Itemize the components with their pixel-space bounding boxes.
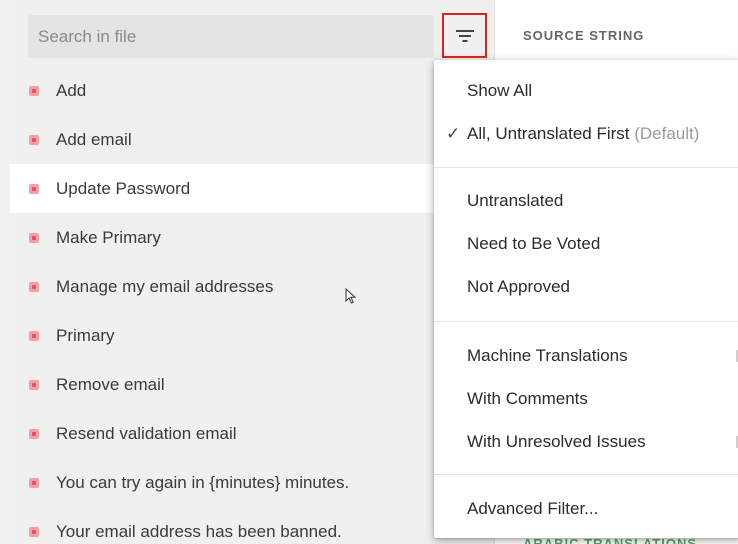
string-row[interactable]: Make Primary	[10, 213, 494, 262]
menu-item-label: Show All	[467, 81, 533, 100]
menu-item-all-untranslated-first[interactable]: ✓ All, Untranslated First (Default)	[434, 116, 738, 152]
menu-divider	[434, 474, 738, 475]
string-text: You can try again in {minutes} minutes.	[56, 472, 350, 492]
menu-item-need-to-be-voted[interactable]: Need to Be Voted	[434, 226, 738, 262]
filter-icon	[455, 29, 474, 42]
string-text: Resend validation email	[56, 423, 237, 443]
untranslated-status-icon	[29, 134, 39, 145]
string-text: Primary	[56, 325, 115, 345]
menu-item-label: With Comments	[467, 389, 588, 408]
menu-item-label: Need to Be Voted	[467, 234, 601, 253]
filter-button[interactable]	[442, 13, 487, 58]
untranslated-status-icon	[29, 183, 39, 194]
menu-item-label: Not Approved	[467, 277, 571, 296]
string-row[interactable]: You can try again in {minutes} minutes.	[10, 458, 494, 507]
strings-panel: Add Add email Update Password Make Prima…	[10, 0, 494, 544]
menu-item-advanced-filter[interactable]: Advanced Filter...	[434, 491, 738, 527]
string-text: Update Password	[56, 178, 191, 198]
string-row[interactable]: Resend validation email	[10, 409, 494, 458]
string-list: Add Add email Update Password Make Prima…	[10, 66, 494, 544]
string-text: Your email address has been banned.	[56, 521, 342, 541]
menu-item-label: Untranslated	[467, 191, 564, 210]
source-string-header: SOURCE STRING	[523, 28, 645, 43]
untranslated-status-icon	[29, 428, 39, 439]
string-text: Add email	[56, 129, 132, 149]
string-text: Make Primary	[56, 227, 161, 247]
search-box[interactable]	[28, 15, 434, 58]
menu-divider	[434, 167, 738, 168]
string-row[interactable]: Add	[10, 66, 494, 115]
untranslated-status-icon	[29, 477, 39, 488]
editor-root: Add Add email Update Password Make Prima…	[0, 0, 738, 544]
untranslated-status-icon	[29, 281, 39, 292]
search-input[interactable]	[28, 15, 434, 58]
string-row[interactable]: Primary	[10, 311, 494, 360]
string-row-selected[interactable]: Update Password	[10, 164, 494, 213]
menu-item-not-approved[interactable]: Not Approved	[434, 269, 738, 305]
string-row[interactable]: Add email	[10, 115, 494, 164]
untranslated-status-icon	[29, 526, 39, 537]
menu-item-machine-translations[interactable]: Machine Translations	[434, 338, 738, 374]
untranslated-status-icon	[29, 232, 39, 243]
untranslated-status-icon	[29, 85, 39, 96]
mouse-pointer-icon	[345, 288, 357, 304]
default-suffix: (Default)	[634, 124, 700, 143]
menu-item-label: With Unresolved Issues	[467, 432, 646, 451]
string-text: Remove email	[56, 374, 165, 394]
menu-item-label: Advanced Filter...	[467, 499, 599, 518]
string-row[interactable]: Manage my email addresses	[10, 262, 494, 311]
string-text: Manage my email addresses	[56, 276, 274, 296]
checkmark-icon: ✓	[446, 124, 461, 143]
menu-item-with-unresolved-issues[interactable]: With Unresolved Issues	[434, 424, 738, 460]
untranslated-status-icon	[29, 379, 39, 390]
filter-menu: Show All ✓ All, Untranslated First (Defa…	[434, 60, 738, 538]
string-row[interactable]: Remove email	[10, 360, 494, 409]
string-text: Add	[56, 80, 87, 100]
menu-item-show-all[interactable]: Show All	[434, 73, 738, 109]
menu-item-untranslated[interactable]: Untranslated	[434, 183, 738, 219]
menu-item-label-main: All, Untranslated First	[467, 124, 630, 143]
menu-item-label: Machine Translations	[467, 346, 628, 365]
menu-item-with-comments[interactable]: With Comments	[434, 381, 738, 417]
untranslated-status-icon	[29, 330, 39, 341]
menu-divider	[434, 321, 738, 322]
menu-item-label: All, Untranslated First (Default)	[467, 124, 699, 144]
string-row[interactable]: Your email address has been banned.	[10, 507, 494, 544]
